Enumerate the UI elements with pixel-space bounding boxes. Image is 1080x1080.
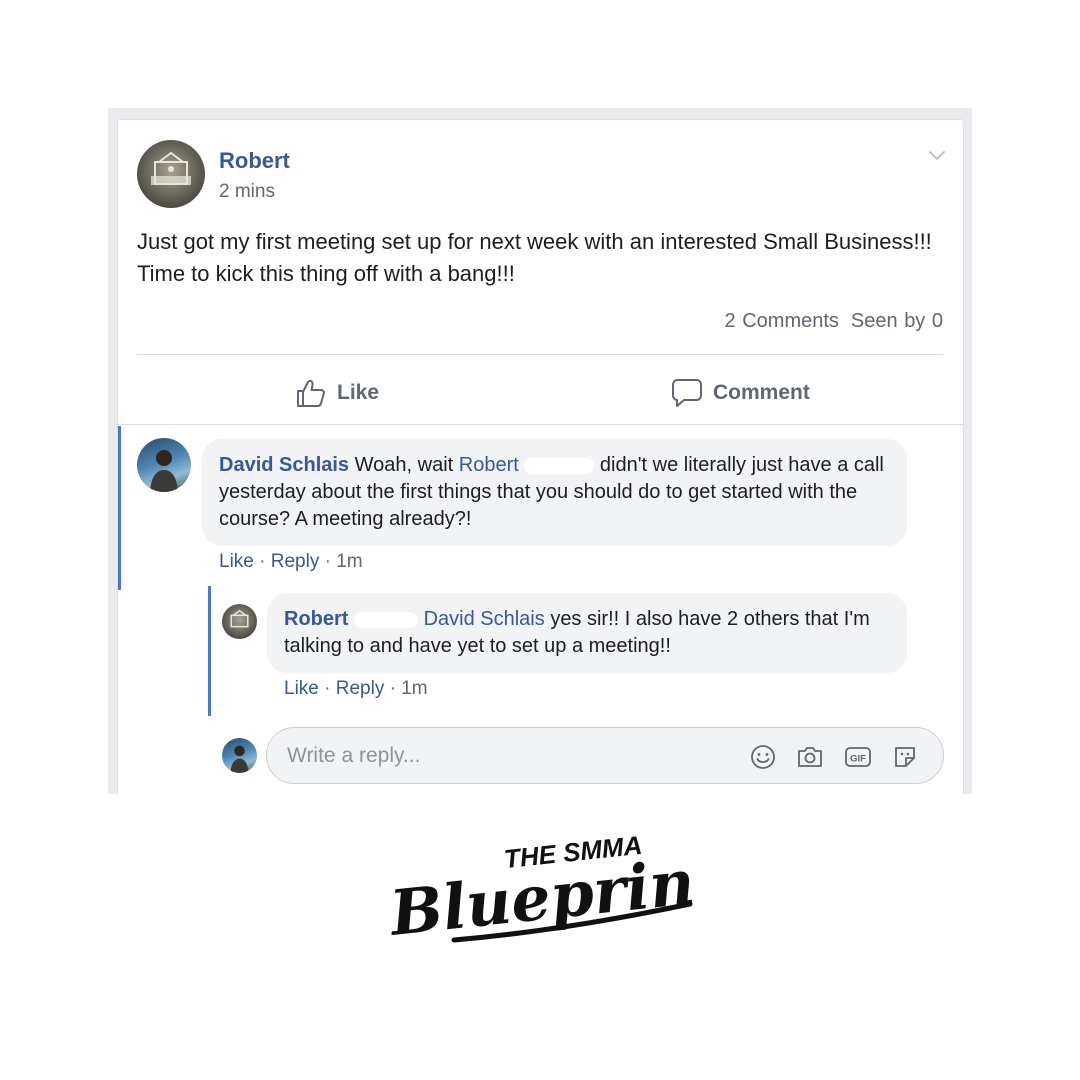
post-author-name[interactable]: Robert bbox=[219, 148, 290, 174]
person-photo-icon bbox=[150, 450, 178, 492]
comment-reply-link[interactable]: Reply bbox=[271, 551, 320, 572]
speech-bubble-icon bbox=[672, 379, 702, 407]
comments-divider bbox=[118, 424, 963, 425]
comment-mention[interactable]: Robert bbox=[459, 454, 519, 476]
post-card: Robert 2 mins Just got my first meeting … bbox=[117, 119, 964, 794]
reply-time[interactable]: 1m bbox=[401, 678, 427, 699]
svg-text:GIF: GIF bbox=[850, 754, 866, 765]
divider bbox=[137, 354, 943, 355]
comment-bubble: David Schlais Woah, wait Robert didn't w… bbox=[202, 439, 907, 546]
like-label: Like bbox=[337, 381, 380, 404]
chevron-down-icon[interactable] bbox=[926, 144, 948, 166]
comment-label: Comment bbox=[713, 381, 810, 404]
comments-count[interactable]: 2 Comments bbox=[725, 310, 839, 332]
reply-input-box[interactable]: GIF bbox=[266, 727, 944, 784]
redacted-name bbox=[354, 611, 419, 628]
comment-button[interactable]: Comment bbox=[671, 375, 810, 411]
comment-time[interactable]: 1m bbox=[336, 551, 362, 572]
reply-reply-link[interactable]: Reply bbox=[336, 678, 385, 699]
smma-blueprint-logo: THE SMMA Blueprint bbox=[385, 830, 696, 948]
reply-meta: Like · Reply · 1m bbox=[284, 678, 428, 700]
meta-separator: · bbox=[324, 551, 331, 572]
meta-separator: · bbox=[324, 678, 331, 699]
seen-by[interactable]: Seen by 0 bbox=[851, 310, 943, 332]
redacted-name bbox=[524, 457, 595, 474]
reply-thread-indicator bbox=[208, 586, 211, 716]
avatar-emblem-icon bbox=[151, 151, 191, 185]
post-timestamp[interactable]: 2 mins bbox=[219, 181, 275, 203]
commenter-avatar[interactable] bbox=[137, 438, 191, 492]
post-text: Just got my first meeting set up for nex… bbox=[137, 229, 932, 286]
reply-bubble: Robert David Schlais yes sir!! I also ha… bbox=[267, 593, 907, 673]
thumbs-up-icon bbox=[297, 380, 325, 407]
sticker-icon[interactable] bbox=[891, 743, 919, 771]
comment-text-before: Woah, wait bbox=[354, 454, 454, 476]
meta-separator: · bbox=[259, 551, 266, 572]
reply-author-avatar[interactable] bbox=[222, 604, 257, 639]
smiley-icon[interactable] bbox=[749, 743, 777, 771]
reply-input[interactable] bbox=[287, 740, 727, 772]
reply-like-link[interactable]: Like bbox=[284, 678, 319, 699]
thread-indicator bbox=[118, 426, 121, 590]
gif-icon[interactable]: GIF bbox=[844, 743, 872, 771]
reply-author[interactable]: Robert bbox=[284, 608, 348, 630]
post-author-avatar[interactable] bbox=[137, 140, 205, 208]
camera-icon[interactable] bbox=[796, 743, 824, 771]
avatar-emblem-icon bbox=[230, 609, 249, 628]
meta-separator: · bbox=[389, 678, 396, 699]
person-photo-icon bbox=[230, 745, 249, 773]
like-button[interactable]: Like bbox=[295, 375, 379, 411]
comment-like-link[interactable]: Like bbox=[219, 551, 254, 572]
comment-author[interactable]: David Schlais bbox=[219, 454, 349, 476]
post-stats: 2 Comments Seen by 0 bbox=[725, 310, 943, 333]
comment-meta: Like · Reply · 1m bbox=[219, 551, 363, 573]
reply-mention[interactable]: David Schlais bbox=[424, 608, 545, 630]
current-user-avatar bbox=[222, 738, 257, 773]
